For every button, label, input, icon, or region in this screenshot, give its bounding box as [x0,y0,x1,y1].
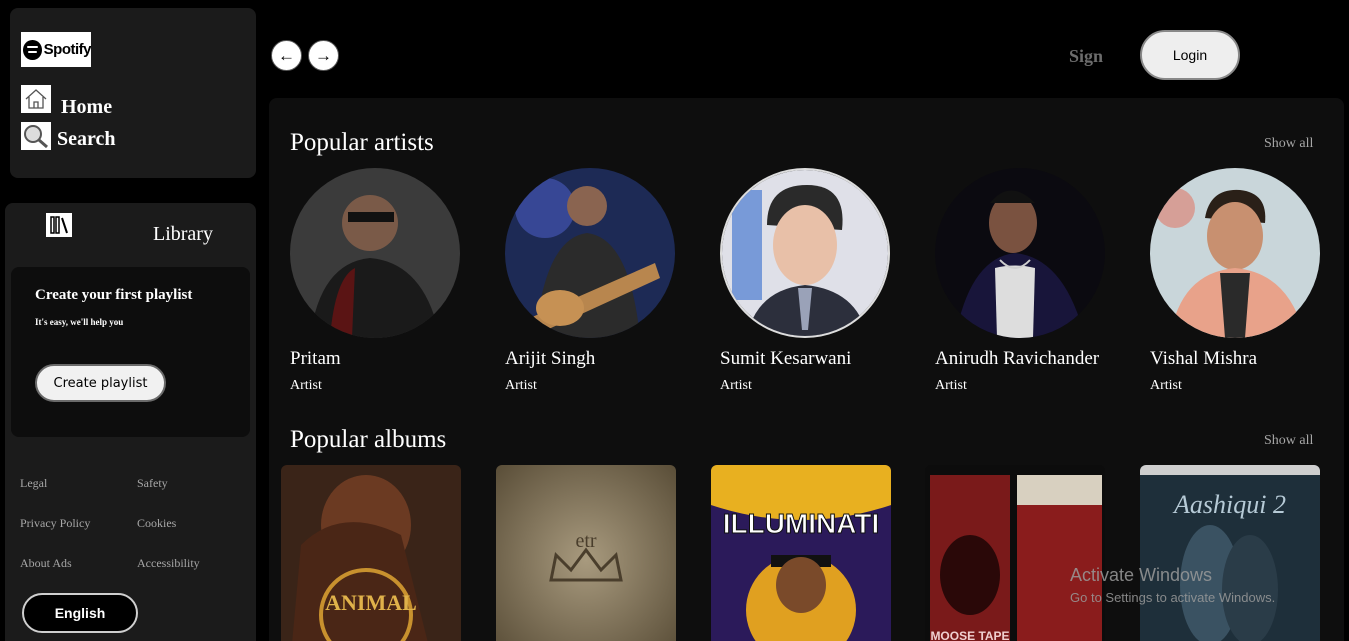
forward-arrow-button[interactable]: → [308,40,339,71]
album-title: MOOSE TAPE [930,629,1009,641]
library-icon[interactable] [46,213,72,237]
artist-type: Artist [505,378,537,393]
legal-link[interactable]: Legal [20,476,47,491]
main-content: Popular artists Show all Pritam Artist A… [269,98,1344,641]
album-title: Aashiqui 2 [1172,490,1286,519]
artist-name: Arijit Singh [505,348,596,369]
watermark-line-1: Activate Windows [1070,565,1213,585]
artist-card[interactable]: Sumit Kesarwani Artist [720,168,900,393]
login-button[interactable]: Login [1140,30,1240,80]
search-icon [21,121,51,150]
home-icon [21,84,51,113]
nav-search-label: Search [57,128,116,150]
library-title[interactable]: Library [153,223,213,246]
artists-show-all-link[interactable]: Show all [1264,136,1313,152]
artist-photo [720,168,890,338]
playlist-card-title: Create your first playlist [35,287,193,303]
playlist-card-subtitle: It's easy, we'll help you [35,317,124,327]
nav-home[interactable]: Home [21,78,112,119]
accessibility-link[interactable]: Accessibility [137,556,200,571]
artist-type: Artist [1150,378,1182,393]
artist-type: Artist [935,378,967,393]
album-title: ANIMAL [325,590,417,615]
popular-artists-title: Popular artists [290,129,434,156]
album-card-animal[interactable]: ANIMAL [281,465,461,641]
album-card-etr[interactable]: etr [496,465,676,641]
artist-card[interactable]: Anirudh Ravichander Artist [935,168,1115,393]
album-title: etr [575,530,596,552]
sign-link[interactable]: Sign [1069,46,1103,67]
spotify-logo[interactable]: Spotify [21,32,92,67]
artist-photo [935,168,1105,338]
album-card-aashiqui-2[interactable]: Aashiqui 2 [1140,465,1320,641]
artist-card[interactable]: Arijit Singh Artist [505,168,685,393]
album-title: ILLUMINATI [723,508,880,539]
popular-albums-title: Popular albums [290,426,447,453]
about-ads-link[interactable]: About Ads [20,556,72,571]
language-button[interactable]: English [22,593,138,633]
album-card-illuminati[interactable]: ILLUMINATI [711,465,891,641]
artist-name: Pritam [290,348,341,369]
nav-home-label: Home [61,96,113,118]
artist-photo [505,168,675,338]
library-panel: Library Create your first playlist It's … [5,203,256,641]
create-playlist-button[interactable]: Create playlist [35,364,166,402]
create-playlist-card: Create your first playlist It's easy, we… [11,267,250,437]
nav-search[interactable]: Search [21,120,116,151]
top-header: ← → Sign Login [269,8,1344,98]
privacy-policy-link[interactable]: Privacy Policy [20,516,90,531]
artist-photo [290,168,460,338]
artist-type: Artist [290,378,322,393]
artist-name: Anirudh Ravichander [935,348,1100,369]
artist-card[interactable]: Vishal Mishra Artist [1150,168,1330,393]
albums-show-all-link[interactable]: Show all [1264,433,1313,449]
artist-card[interactable]: Pritam Artist [290,168,470,393]
cookies-link[interactable]: Cookies [137,516,176,531]
watermark-line-2: Go to Settings to activate Windows. [1070,590,1276,605]
artist-name: Sumit Kesarwani [720,348,852,369]
artist-name: Vishal Mishra [1150,348,1258,369]
logo-text: Spotify [43,41,92,58]
album-card-moose-tape[interactable]: MOOSE TAPE [925,465,1105,641]
artist-type: Artist [720,378,752,393]
artist-photo [1150,168,1320,338]
back-arrow-button[interactable]: ← [271,40,302,71]
windows-activation-watermark: Activate Windows Go to Settings to activ… [1070,565,1275,605]
spotify-logo-icon [23,39,42,60]
safety-link[interactable]: Safety [137,476,168,491]
sidebar-nav: Spotify Home Search [10,8,256,178]
